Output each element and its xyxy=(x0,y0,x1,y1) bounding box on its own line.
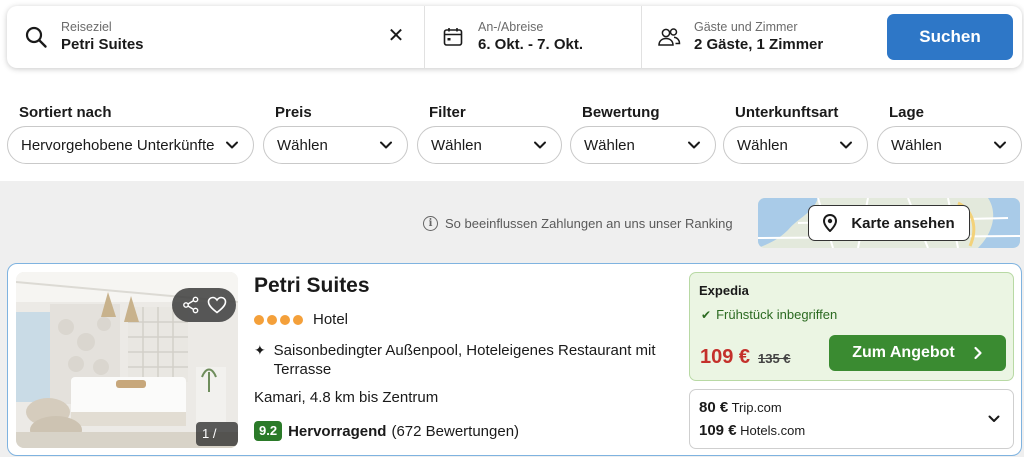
review-count: (672 Bewertungen) xyxy=(391,422,520,440)
guests-field[interactable]: Gäste und Zimmer 2 Gäste, 1 Zimmer xyxy=(642,6,882,68)
destination-field[interactable]: Reiseziel Petri Suites ✕ xyxy=(7,6,425,68)
clear-destination-icon[interactable]: ✕ xyxy=(386,26,406,46)
search-button[interactable]: Suchen xyxy=(887,14,1013,60)
other-offer-row[interactable]: 80 € Trip.com xyxy=(699,399,782,416)
destination-label: Reiseziel xyxy=(61,19,112,34)
view-deal-button[interactable]: Zum Angebot xyxy=(829,335,1006,371)
dates-field[interactable]: An-/Abreise 6. Okt. - 7. Okt. xyxy=(425,6,642,68)
filter-value: Wählen xyxy=(584,136,635,154)
offer-old-price: 135 € xyxy=(758,351,791,366)
price-dropdown[interactable]: Wählen xyxy=(263,126,408,164)
hotel-type: Hotel xyxy=(313,311,349,328)
filter-property-type: Unterkunftsart Wählen xyxy=(723,104,868,164)
property-type-dropdown[interactable]: Wählen xyxy=(723,126,868,164)
chevron-down-icon xyxy=(226,141,238,149)
chevron-down-icon xyxy=(380,141,392,149)
chevron-down-icon xyxy=(840,141,852,149)
filter-price: Preis Wählen xyxy=(263,104,408,164)
filter-value: Wählen xyxy=(891,136,942,154)
destination-value: Petri Suites xyxy=(61,35,144,53)
hotel-card[interactable]: 1 / 75 Petri Suites Hotel ✦ Saisonbeding… xyxy=(7,263,1022,456)
view-deal-label: Zum Angebot xyxy=(852,344,955,361)
chevron-down-icon xyxy=(994,141,1006,149)
photo-actions xyxy=(172,288,236,322)
hotel-name[interactable]: Petri Suites xyxy=(254,274,370,298)
filter-bar: Sortiert nach Hervorgehobene Unterkünfte… xyxy=(7,104,1022,164)
filter-value: Hervorgehobene Unterkünfte xyxy=(21,136,215,154)
filter-title: Lage xyxy=(889,104,925,121)
filter-value: Wählen xyxy=(277,136,328,154)
dates-label: An-/Abreise xyxy=(478,19,544,34)
filter-title: Preis xyxy=(275,104,312,121)
hotel-reviews[interactable]: 9.2 Hervorragend (672 Bewertungen) xyxy=(254,421,519,441)
filter-title: Bewertung xyxy=(582,104,660,121)
other-offer-provider: Trip.com xyxy=(731,400,782,415)
search-bar: Reiseziel Petri Suites ✕ An-/Abreise 6. … xyxy=(7,6,1022,68)
calendar-icon xyxy=(440,24,466,50)
other-offer-provider: Hotels.com xyxy=(740,423,806,438)
star-dot-icon xyxy=(267,314,277,325)
sparkle-icon: ✦ xyxy=(254,342,266,358)
guests-label: Gäste und Zimmer xyxy=(694,19,798,34)
guests-icon xyxy=(656,24,682,50)
hotel-amenities: ✦ Saisonbedingter Außenpool, Hoteleigene… xyxy=(254,341,674,379)
ranking-info-text: So beeinflussen Zahlungen an uns unser R… xyxy=(445,216,733,231)
offer-provider: Expedia xyxy=(699,283,749,298)
info-icon: i xyxy=(423,216,438,231)
rating-dropdown[interactable]: Wählen xyxy=(570,126,716,164)
filter-filter: Filter Wählen xyxy=(417,104,562,164)
dates-value: 6. Okt. - 7. Okt. xyxy=(478,35,584,53)
filter-dropdown[interactable]: Wählen xyxy=(417,126,562,164)
amenities-text: Saisonbedingter Außenpool, Hoteleigenes … xyxy=(273,342,656,378)
hotel-stars: Hotel xyxy=(254,311,348,328)
offer-price: 109 € xyxy=(700,346,751,368)
chevron-down-icon[interactable] xyxy=(987,412,1001,426)
chevron-down-icon xyxy=(688,141,700,149)
location-dropdown[interactable]: Wählen xyxy=(877,126,1022,164)
filter-value: Wählen xyxy=(737,136,788,154)
share-icon[interactable] xyxy=(182,296,200,314)
top-offer[interactable]: Expedia ✔ Frühstück inbegriffen 109 € 13… xyxy=(689,272,1014,381)
filter-value: Wählen xyxy=(431,136,482,154)
filter-location: Lage Wählen xyxy=(877,104,1022,164)
hotel-location: Kamari, 4.8 km bis Zentrum xyxy=(254,389,439,406)
star-dot-icon xyxy=(293,314,303,325)
breakfast-text: Frühstück inbegriffen xyxy=(716,307,838,322)
breakfast-info: ✔ Frühstück inbegriffen xyxy=(701,307,837,322)
map-preview[interactable]: Karte ansehen xyxy=(758,198,1020,248)
show-map-label: Karte ansehen xyxy=(851,214,955,232)
chevron-right-icon xyxy=(974,346,982,360)
photo-count: 1 / 75 xyxy=(196,422,238,446)
filter-title: Unterkunftsart xyxy=(735,104,839,121)
review-score-badge: 9.2 xyxy=(254,421,283,441)
review-score-label: Hervorragend xyxy=(288,422,387,440)
filter-rating: Bewertung Wählen xyxy=(570,104,716,164)
heart-icon[interactable] xyxy=(207,296,227,314)
filter-title: Filter xyxy=(429,104,466,121)
ranking-info-link[interactable]: i So beeinflussen Zahlungen an uns unser… xyxy=(423,216,733,231)
sort-dropdown[interactable]: Hervorgehobene Unterkünfte xyxy=(7,126,254,164)
hotel-photo[interactable]: 1 / 75 xyxy=(16,272,238,448)
filter-sort: Sortiert nach Hervorgehobene Unterkünfte xyxy=(7,104,254,164)
show-map-button[interactable]: Karte ansehen xyxy=(808,205,970,241)
chevron-down-icon xyxy=(534,141,546,149)
other-offers[interactable]: 80 € Trip.com 109 € Hotels.com xyxy=(689,389,1014,449)
map-pin-icon xyxy=(823,214,838,232)
other-offer-price: 80 € xyxy=(699,399,729,416)
search-icon xyxy=(23,24,49,50)
other-offer-row[interactable]: 109 € Hotels.com xyxy=(699,422,805,439)
guests-value: 2 Gäste, 1 Zimmer xyxy=(694,35,824,53)
star-dot-icon xyxy=(280,314,290,325)
filter-title: Sortiert nach xyxy=(19,104,112,121)
check-icon: ✔ xyxy=(701,307,712,322)
star-dot-icon xyxy=(254,314,264,325)
other-offer-price: 109 € xyxy=(699,422,737,439)
